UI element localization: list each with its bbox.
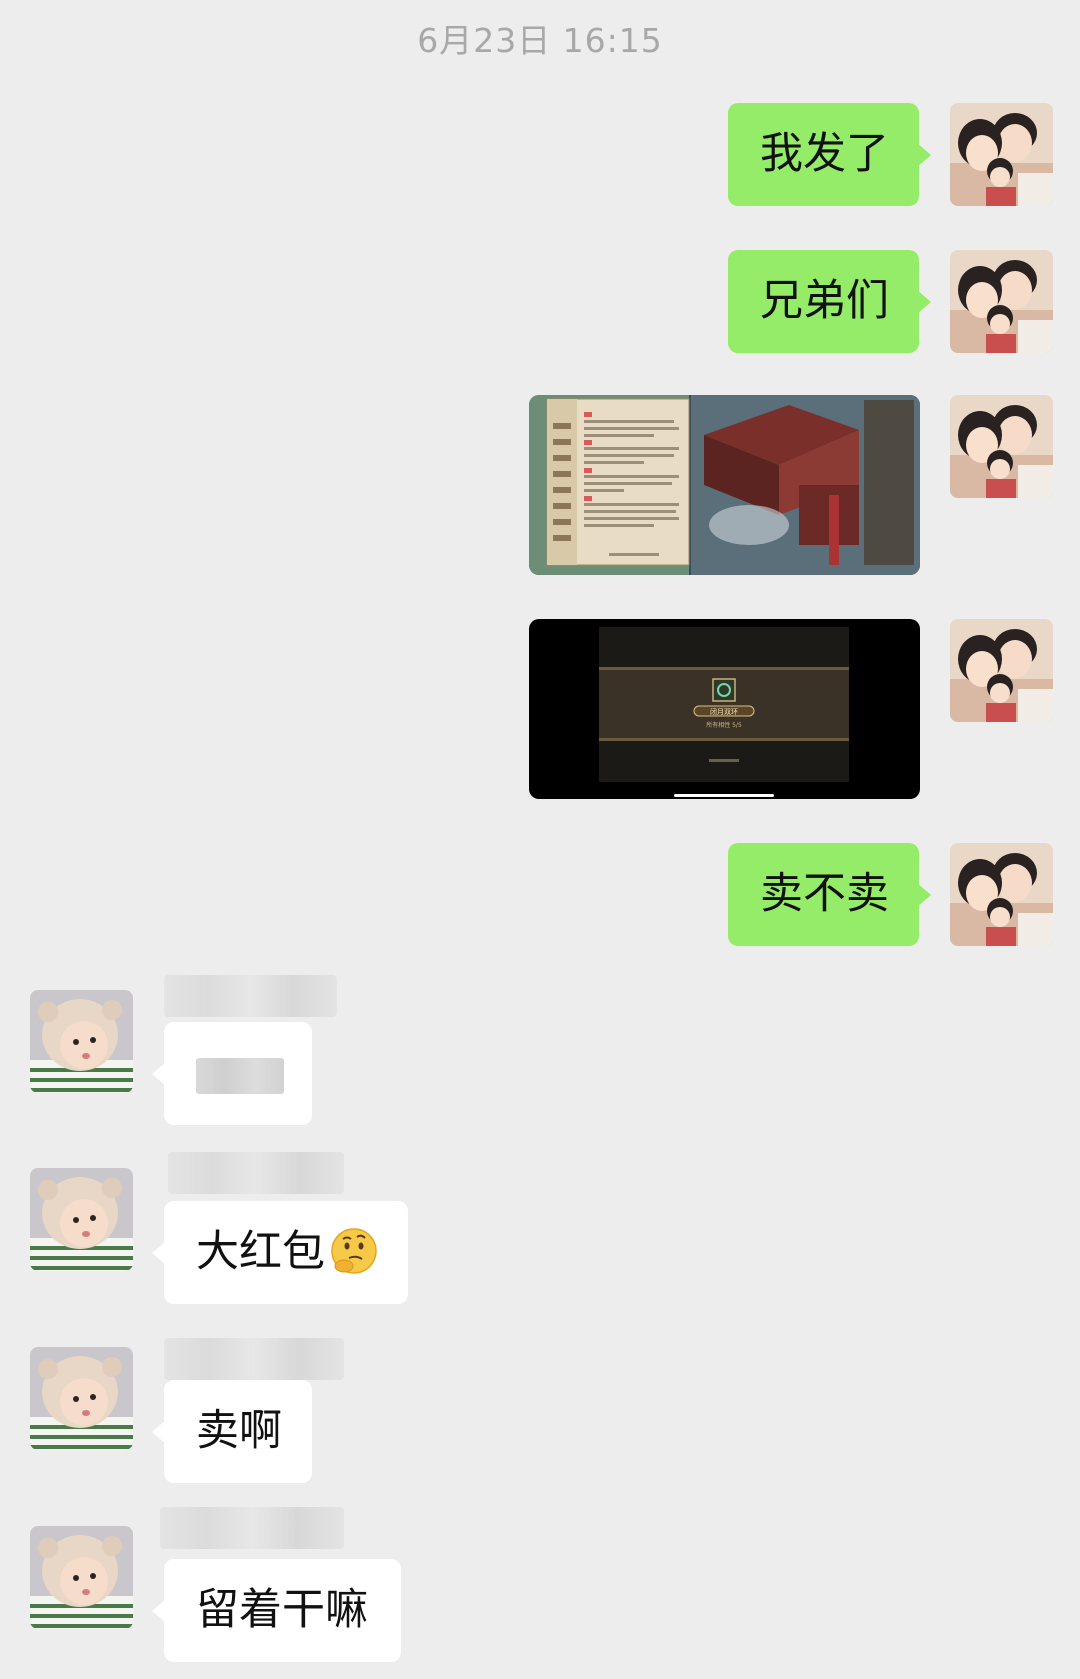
sender-name-blurred xyxy=(168,1152,344,1194)
couple-avatar-icon xyxy=(950,843,1053,946)
message-bubble-me[interactable]: 我发了 xyxy=(728,103,931,206)
sender-name-blurred xyxy=(164,1338,344,1380)
contact-avatar[interactable] xyxy=(30,990,133,1093)
image-message-game-item[interactable]: 闭月双环 所有相性 5/5 xyxy=(529,619,920,799)
message-bubble-me[interactable]: 卖不卖 xyxy=(728,843,931,946)
item-name-label: 闭月双环 xyxy=(710,708,738,716)
game-screenshot-image xyxy=(529,395,920,575)
couple-avatar-icon xyxy=(950,395,1053,498)
sender-name-blurred xyxy=(160,1507,344,1549)
my-avatar[interactable] xyxy=(950,619,1053,722)
my-avatar[interactable] xyxy=(950,395,1053,498)
blurred-message-text xyxy=(196,1057,284,1094)
chat-timestamp: 6月23日 16:15 xyxy=(417,21,663,60)
message-bubble-me[interactable]: 兄弟们 xyxy=(728,250,931,353)
item-attr-label: 所有相性 5/5 xyxy=(706,721,742,729)
baby-avatar-icon xyxy=(30,1168,133,1271)
couple-avatar-icon xyxy=(950,250,1053,353)
contact-avatar[interactable] xyxy=(30,1526,133,1629)
image-message-game-chat[interactable] xyxy=(529,395,920,575)
baby-avatar-icon xyxy=(30,1347,133,1450)
baby-avatar-icon xyxy=(30,990,133,1093)
message-bubble-them[interactable] xyxy=(152,1022,312,1125)
my-avatar[interactable] xyxy=(950,843,1053,946)
couple-avatar-icon xyxy=(950,103,1053,206)
message-bubble-them[interactable]: 大红包 xyxy=(152,1201,408,1304)
baby-avatar-icon xyxy=(30,1526,133,1629)
game-item-screenshot-image: 闭月双环 所有相性 5/5 xyxy=(529,619,920,799)
my-avatar[interactable] xyxy=(950,103,1053,206)
contact-avatar[interactable] xyxy=(30,1168,133,1271)
message-bubble-them[interactable]: 留着干嘛 xyxy=(152,1559,401,1662)
sender-name-blurred xyxy=(164,975,337,1017)
my-avatar[interactable] xyxy=(950,250,1053,353)
message-text: 大红包 xyxy=(196,1227,325,1277)
contact-avatar[interactable] xyxy=(30,1347,133,1450)
couple-avatar-icon xyxy=(950,619,1053,722)
thinking-face-icon xyxy=(331,1227,377,1274)
message-bubble-them[interactable]: 卖啊 xyxy=(152,1380,312,1483)
